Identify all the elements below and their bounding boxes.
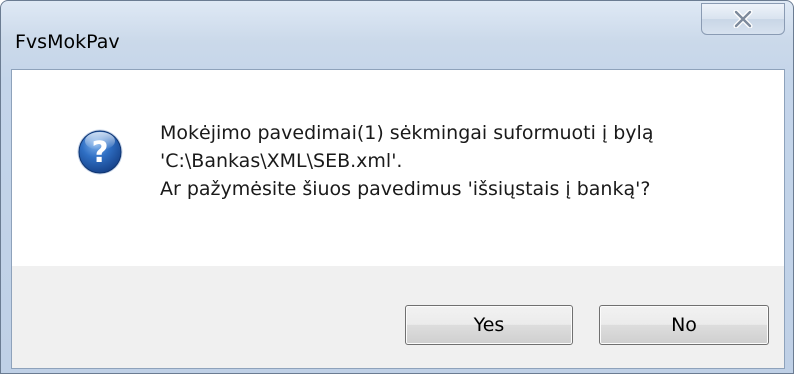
message-dialog: FvsMokPav ? Mokėjimo pavedimai(1) sėkmin… bbox=[0, 0, 794, 374]
button-bar: Yes No bbox=[12, 266, 784, 368]
question-icon: ? bbox=[77, 129, 123, 175]
yes-button[interactable]: Yes bbox=[405, 305, 573, 345]
message-line-3: Ar pažymėsite šiuos pavedimus 'išsiųstai… bbox=[160, 178, 651, 200]
message-line-2: 'C:\Bankas\XML\SEB.xml'. bbox=[160, 150, 403, 172]
message-line-1: Mokėjimo pavedimai(1) sėkmingai suformuo… bbox=[160, 122, 654, 144]
window-title: FvsMokPav bbox=[15, 31, 120, 53]
message-area: ? Mokėjimo pavedimai(1) sėkmingai suform… bbox=[12, 70, 784, 266]
message-text: Mokėjimo pavedimai(1) sėkmingai suformuo… bbox=[160, 119, 760, 203]
title-bar[interactable]: FvsMokPav bbox=[1, 1, 793, 69]
close-button[interactable] bbox=[701, 3, 785, 35]
svg-text:?: ? bbox=[92, 135, 109, 169]
no-button[interactable]: No bbox=[599, 305, 769, 345]
dialog-client-area: ? Mokėjimo pavedimai(1) sėkmingai suform… bbox=[11, 69, 785, 369]
close-icon bbox=[733, 10, 753, 28]
